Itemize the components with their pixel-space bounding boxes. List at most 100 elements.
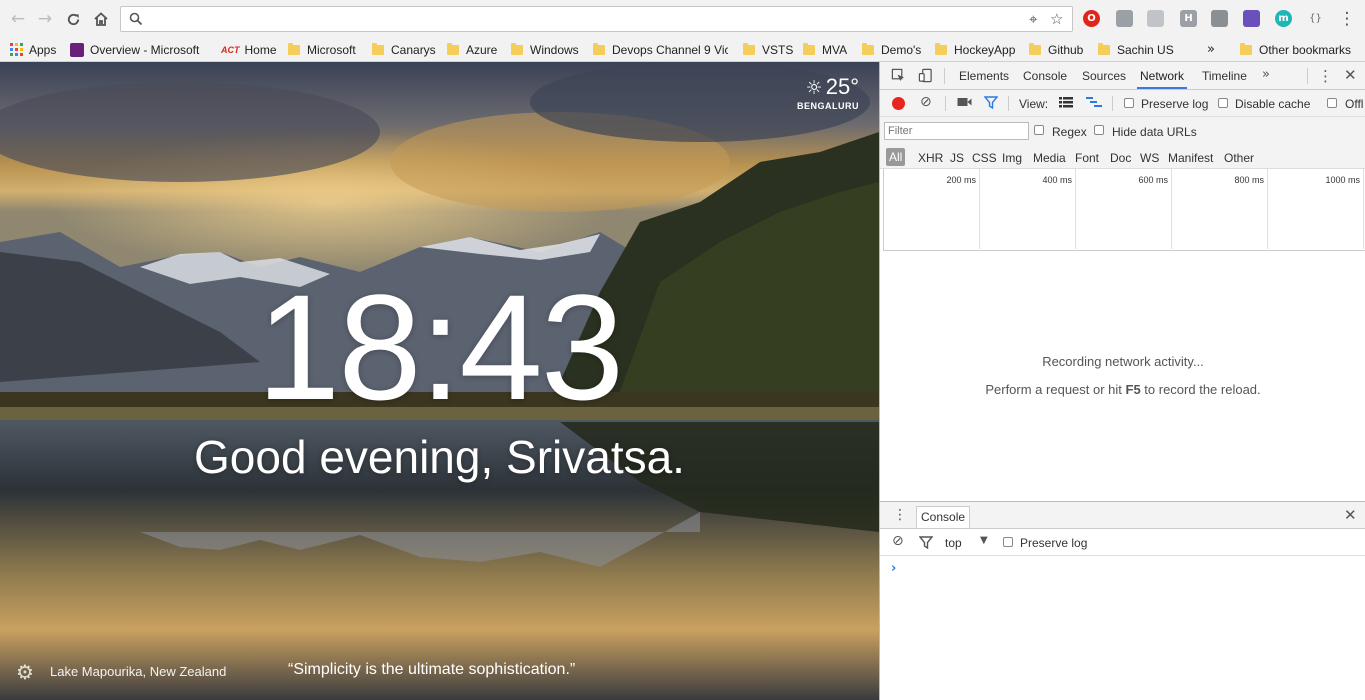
filter-type-img[interactable]: Img (1002, 151, 1022, 165)
puzzle-icon[interactable] (1147, 10, 1164, 27)
forward-button[interactable]: → (35, 9, 55, 29)
search-icon (129, 12, 143, 26)
tab-elements[interactable]: Elements (959, 62, 1009, 89)
drawer-tab-bar: ⋮ Console ✕ (880, 502, 1365, 529)
tab-network[interactable]: Network (1137, 62, 1188, 89)
tab-sources[interactable]: Sources (1082, 62, 1126, 89)
console-context-select[interactable]: top (945, 536, 962, 550)
location-target-icon[interactable]: ⌖ (1029, 11, 1037, 27)
bookmark-sachin-us[interactable]: Sachin US (1098, 40, 1174, 59)
shield-icon[interactable] (1116, 10, 1133, 27)
hide-data-urls-checkbox[interactable] (1094, 125, 1104, 135)
bookmark-other-bookmarks[interactable]: Other bookmarks (1240, 40, 1351, 59)
flask-icon[interactable] (1243, 10, 1260, 27)
folder-icon (1240, 42, 1252, 55)
filter-funnel-icon[interactable] (983, 96, 999, 112)
disable-cache-checkbox[interactable] (1218, 98, 1228, 108)
device-toolbar-icon[interactable] (918, 68, 933, 86)
folder-icon (511, 42, 523, 55)
close-drawer-icon[interactable]: ✕ (1344, 506, 1357, 524)
record-button[interactable] (892, 97, 905, 110)
bookmark-label: Apps (29, 42, 57, 57)
filter-type-media[interactable]: Media (1033, 151, 1066, 165)
bookmark-demos[interactable]: Demo's (862, 40, 921, 59)
console-prompt[interactable]: › (891, 561, 896, 576)
reload-button[interactable] (63, 9, 83, 29)
tag-icon[interactable] (1211, 10, 1228, 27)
inspect-element-icon[interactable] (891, 68, 906, 86)
filter-type-css[interactable]: CSS (972, 151, 997, 165)
filter-type-font[interactable]: Font (1075, 151, 1099, 165)
bookmark-label: HockeyApp (954, 42, 1016, 57)
filter-type-all[interactable]: All (886, 148, 906, 166)
bookmark-mva[interactable]: MVA (803, 40, 847, 59)
bookmark-hockeyapp[interactable]: HockeyApp (935, 40, 1015, 59)
home-button[interactable] (91, 9, 111, 29)
toolbar-divider (944, 68, 945, 84)
h-extension-icon[interactable]: H (1180, 10, 1197, 27)
drawer-menu-icon[interactable]: ⋮ (893, 507, 907, 523)
bookmark-canarys[interactable]: Canarys (372, 40, 436, 59)
filter-type-doc[interactable]: Doc (1110, 151, 1131, 165)
chrome-menu-button[interactable]: ⋮ (1337, 9, 1357, 29)
weather-widget[interactable]: ☼ 25° BENGALURU (797, 74, 859, 111)
bookmark-label: Sachin US (1117, 42, 1174, 57)
drawer-tab-console[interactable]: Console (916, 506, 971, 528)
bookmark-windows[interactable]: Windows (511, 40, 579, 59)
folder-icon (372, 42, 384, 55)
tab-console[interactable]: Console (1023, 62, 1067, 89)
regex-checkbox[interactable] (1034, 125, 1044, 135)
preserve-log-checkbox[interactable] (1124, 98, 1134, 108)
context-dropdown-icon[interactable]: ▼ (980, 535, 988, 546)
folder-icon (935, 42, 947, 55)
visual-studio-icon (70, 42, 84, 57)
settings-gear-icon[interactable]: ⚙ (16, 660, 34, 684)
bookmark-home[interactable]: ACT Home (221, 40, 277, 59)
clear-console-icon[interactable]: ⊘ (892, 533, 904, 549)
daily-quote[interactable]: “Simplicity is the ultimate sophisticati… (288, 661, 575, 679)
disable-cache-label: Disable cache (1235, 97, 1311, 111)
filter-type-xhr[interactable]: XHR (918, 151, 943, 165)
close-devtools-icon[interactable]: ✕ (1344, 66, 1357, 84)
overview-waterfall-icon[interactable] (1086, 97, 1102, 111)
capture-screenshots-camera-icon[interactable] (957, 96, 972, 111)
bookmark-overview-microsoft[interactable]: Overview - Microsoft (70, 40, 204, 59)
bookmark-apps[interactable]: Apps (10, 40, 56, 59)
tab-timeline[interactable]: Timeline (1202, 62, 1247, 89)
m-extension-icon[interactable]: m (1275, 10, 1292, 27)
clear-icon[interactable]: ⊘ (920, 94, 932, 110)
console-preserve-log-label: Preserve log (1020, 536, 1088, 550)
large-rows-list-icon[interactable] (1059, 97, 1073, 111)
filter-type-manifest[interactable]: Manifest (1168, 151, 1213, 165)
bookmark-devops-channel9[interactable]: Devops Channel 9 Vic (593, 40, 728, 59)
hide-data-urls-label: Hide data URLs (1112, 125, 1197, 139)
bookmark-star-icon[interactable]: ☆ (1050, 11, 1063, 27)
folder-icon (1098, 42, 1110, 55)
console-preserve-log-checkbox[interactable] (1003, 537, 1013, 547)
clock-time: 18:43 (256, 263, 624, 431)
filter-type-js[interactable]: JS (950, 151, 964, 165)
network-overview-timeline[interactable]: 200 ms 400 ms 600 ms 800 ms 1000 ms (883, 169, 1365, 251)
filter-type-other[interactable]: Other (1224, 151, 1254, 165)
address-bar[interactable]: ⌖ ☆ (120, 6, 1073, 32)
bookmark-microsoft[interactable]: Microsoft (288, 40, 356, 59)
url-input[interactable] (149, 9, 1029, 29)
offline-checkbox[interactable] (1327, 98, 1337, 108)
photo-location[interactable]: Lake Mapourika, New Zealand (50, 664, 226, 679)
json-braces-icon[interactable]: {} (1307, 10, 1324, 27)
opera-icon[interactable]: O (1083, 10, 1100, 27)
bookmark-vsts[interactable]: VSTS (743, 40, 793, 59)
bookmark-github[interactable]: Github (1029, 40, 1083, 59)
timeline-gridline (979, 169, 980, 249)
filter-type-ws[interactable]: WS (1140, 151, 1159, 165)
greeting-text: Good evening, Srivatsa. (194, 431, 685, 483)
devtools-menu-icon[interactable]: ⋮ (1318, 67, 1333, 85)
console-filter-icon[interactable] (918, 536, 934, 552)
filter-input[interactable] (884, 122, 1029, 140)
bookmarks-overflow-chevron-icon[interactable]: » (1207, 40, 1215, 59)
back-button[interactable]: ← (8, 9, 28, 29)
more-tabs-chevron-icon[interactable]: » (1262, 67, 1270, 82)
bookmark-azure[interactable]: Azure (447, 40, 497, 59)
recording-status-text: Recording network activity... (1042, 354, 1204, 369)
bookmark-label: Other bookmarks (1259, 42, 1352, 57)
